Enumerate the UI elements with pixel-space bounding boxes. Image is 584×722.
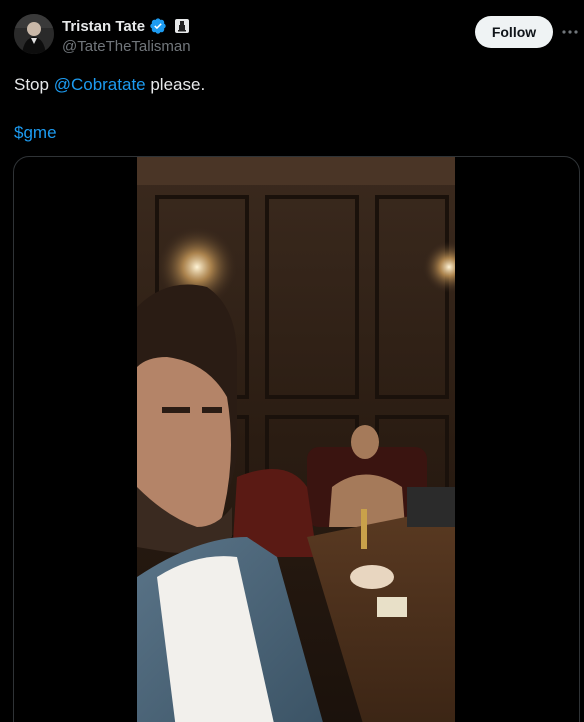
video-thumbnail[interactable] [137,157,455,722]
author-display-name[interactable]: Tristan Tate [62,18,145,35]
mention-link[interactable]: @Cobratate [54,75,146,94]
tweet-text-suffix: please. [145,75,206,94]
author-name-row: Tristan Tate [62,16,190,36]
avatar[interactable] [14,14,54,54]
more-icon[interactable] [560,22,580,42]
tweet-line-1: Stop @Cobratate please. [14,74,570,96]
cashtag-link[interactable]: $gme [14,123,57,142]
tweet-line-2: $gme [14,122,570,144]
tweet-spacer [14,96,570,122]
verified-badge-icon [150,18,166,34]
tweet-text: Stop @Cobratate please. $gme [14,74,570,144]
tweet-text-prefix: Stop [14,75,54,94]
affiliate-badge-icon [175,19,190,33]
media-video[interactable] [13,156,580,722]
author-handle[interactable]: @TateTheTalisman [62,38,191,55]
follow-button[interactable]: Follow [475,16,553,48]
